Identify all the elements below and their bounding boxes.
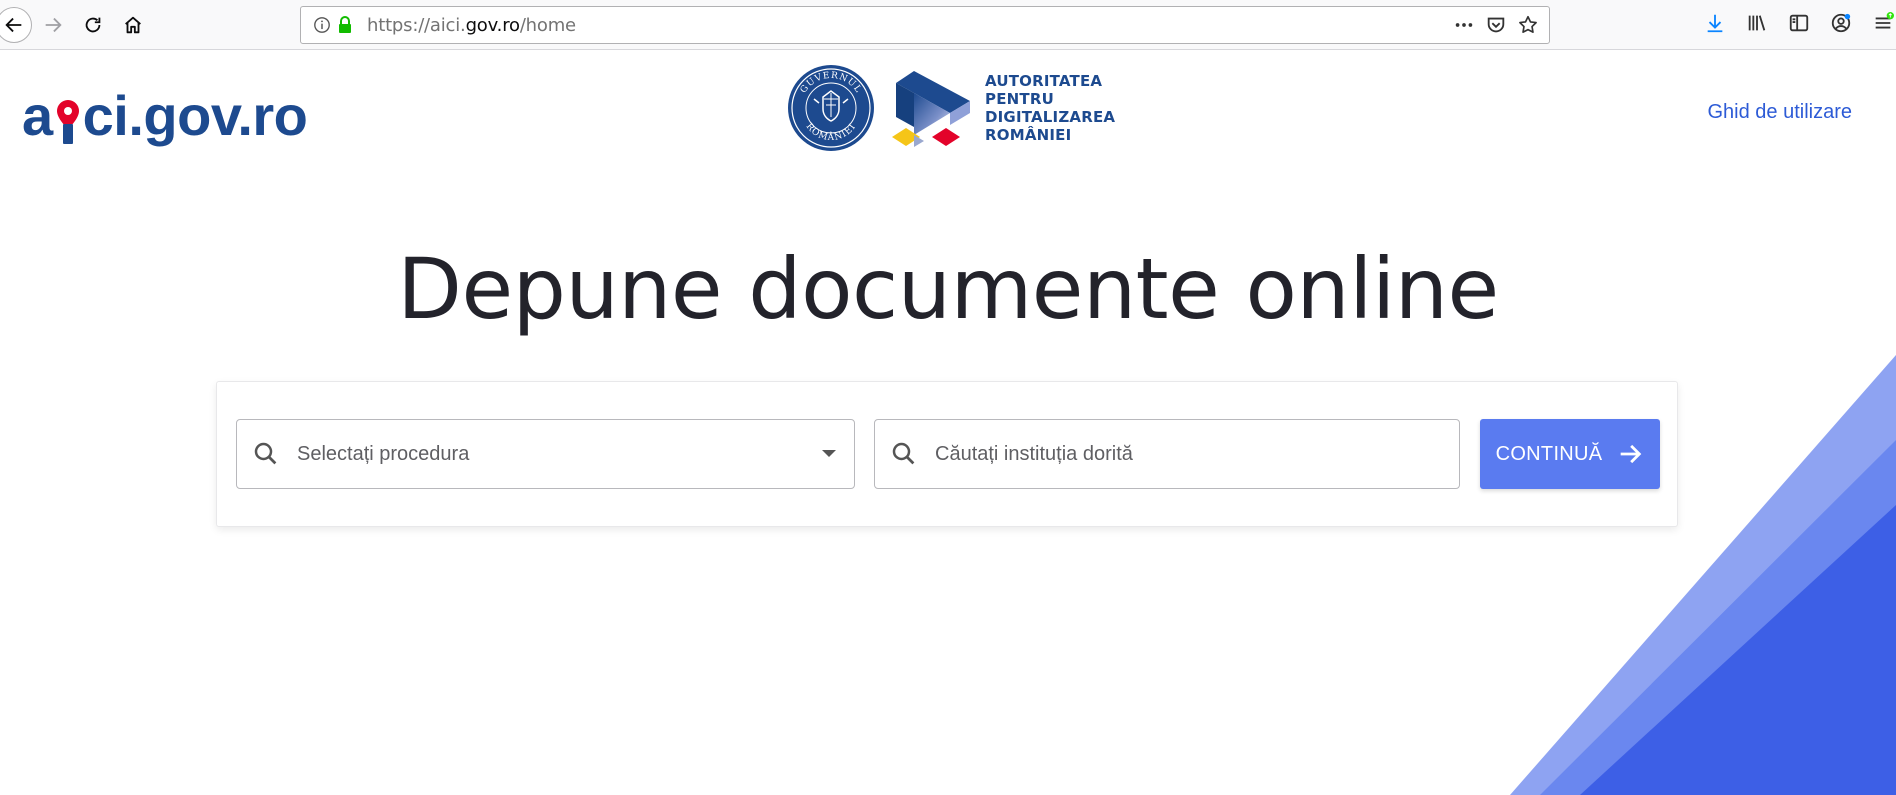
- adr-line: ROMÂNIEI: [985, 126, 1072, 144]
- arrow-left-icon: [5, 17, 22, 33]
- library-icon: [1748, 15, 1766, 31]
- pocket-icon[interactable]: [1485, 14, 1507, 36]
- lock-icon: [339, 16, 351, 33]
- home-icon: [125, 16, 141, 34]
- search-icon: [892, 442, 915, 465]
- institution-search[interactable]: [874, 419, 1460, 489]
- hamburger-menu-icon: [1875, 12, 1894, 29]
- site-header: a ci.gov.ro GUVERNUL ROMÂNIEI AUTORITATE…: [0, 51, 1896, 181]
- menu-button[interactable]: [1870, 10, 1896, 36]
- arrow-right-icon: [1621, 444, 1642, 464]
- adr-logo: [892, 71, 970, 147]
- more-actions-icon[interactable]: [1453, 14, 1475, 36]
- library-button[interactable]: [1744, 10, 1770, 36]
- user-guide-link[interactable]: Ghid de utilizare: [1707, 101, 1852, 124]
- account-icon: [1831, 13, 1851, 33]
- adr-line: AUTORITATEA: [985, 72, 1103, 90]
- download-icon: [1707, 14, 1723, 33]
- institution-input[interactable]: [935, 442, 1459, 466]
- adr-line: DIGITALIZAREA: [985, 108, 1116, 126]
- info-icon[interactable]: [313, 16, 331, 34]
- url-path: /home: [519, 14, 576, 36]
- government-seal-logo: GUVERNUL ROMÂNIEI: [788, 65, 874, 151]
- back-button[interactable]: [0, 7, 32, 43]
- search-icon: [254, 442, 277, 465]
- page-title: Depune documente online: [397, 240, 1499, 338]
- account-button[interactable]: [1828, 10, 1854, 36]
- logo-text-left: a: [22, 84, 53, 147]
- home-button[interactable]: [116, 8, 150, 42]
- downloads-button[interactable]: [1702, 10, 1728, 36]
- search-card: CONTINUĂ: [216, 381, 1678, 527]
- url-host: gov.ro: [465, 14, 520, 36]
- forward-button[interactable]: [36, 8, 70, 42]
- continue-label: CONTINUĂ: [1495, 442, 1603, 465]
- reload-button[interactable]: [76, 8, 110, 42]
- sidebar-icon: [1789, 14, 1809, 32]
- bookmark-star-icon[interactable]: [1517, 14, 1539, 36]
- aici-logo[interactable]: a ci.gov.ro: [22, 83, 308, 148]
- reload-icon: [85, 17, 101, 33]
- adr-line: PENTRU: [985, 90, 1054, 108]
- continue-button[interactable]: CONTINUĂ: [1480, 419, 1660, 489]
- logo-text-right: ci.gov.ro: [82, 84, 308, 147]
- address-bar[interactable]: https://aici.gov.ro/home: [300, 6, 1550, 44]
- procedure-input[interactable]: [297, 442, 854, 466]
- procedure-select[interactable]: [236, 419, 855, 489]
- url-prefix: https://aici.: [367, 14, 466, 36]
- arrow-right-icon: [45, 17, 62, 33]
- browser-toolbar: https://aici.gov.ro/home: [0, 0, 1896, 50]
- location-pin-icon: [54, 96, 82, 148]
- adr-name: AUTORITATEA PENTRU DIGITALIZAREA ROMÂNIE…: [985, 72, 1115, 144]
- dropdown-arrow-icon[interactable]: [822, 450, 836, 457]
- url-text[interactable]: https://aici.gov.ro/home: [367, 15, 576, 36]
- sidebar-button[interactable]: [1786, 10, 1812, 36]
